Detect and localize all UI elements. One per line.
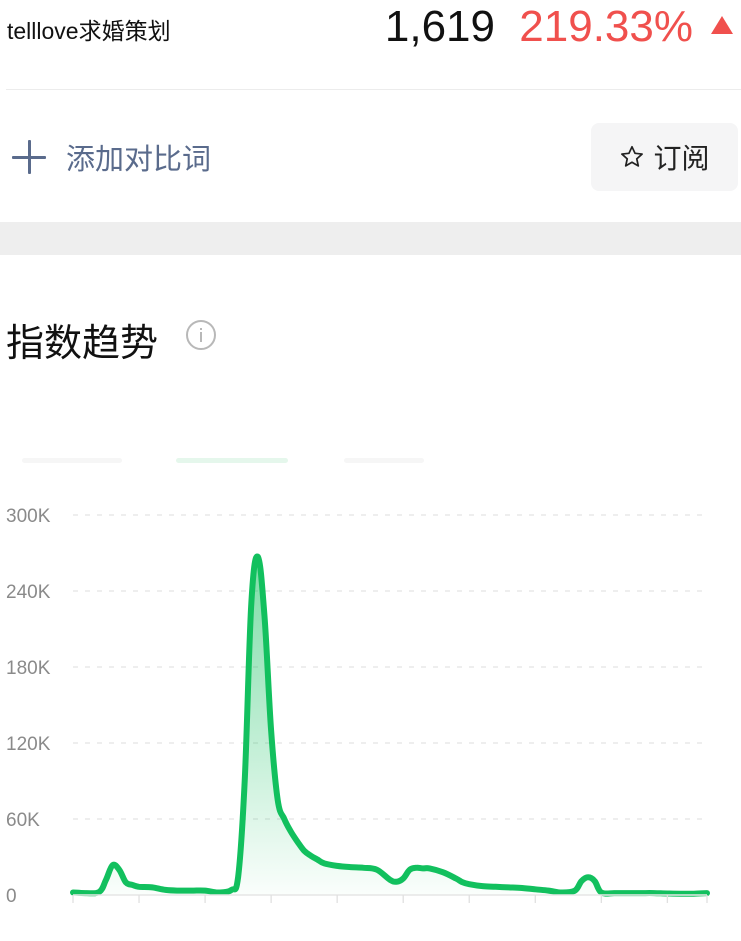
trend-chart: 0 60K 120K 180K 240K 300K xyxy=(6,506,710,907)
add-compare-button[interactable]: 添加对比词 xyxy=(12,128,211,186)
y-tick-label: 0 xyxy=(6,886,17,907)
chart-area-fill xyxy=(73,556,707,895)
section-title: 指数趋势 xyxy=(6,323,159,365)
subscribe-button[interactable]: 订阅 xyxy=(591,123,738,191)
divider xyxy=(6,89,741,90)
change-percentage: 219.33% xyxy=(519,2,693,51)
add-compare-label: 添加对比词 xyxy=(66,144,212,176)
chart-series-line xyxy=(70,553,710,897)
y-tick-label: 300K xyxy=(6,506,51,527)
star-icon xyxy=(621,145,644,167)
keyword-header: telllove求婚策划 1,619 219.33% xyxy=(0,0,741,60)
y-tick-label: 60K xyxy=(6,810,40,831)
up-arrow-icon xyxy=(711,16,733,34)
plus-icon xyxy=(12,140,46,174)
info-icon[interactable] xyxy=(186,320,216,350)
keyword-label: telllove求婚策划 xyxy=(7,18,171,44)
y-tick-label: 240K xyxy=(6,582,51,603)
section-separator xyxy=(0,222,741,255)
y-tick-label: 120K xyxy=(6,734,51,755)
y-tick-label: 180K xyxy=(6,658,51,679)
search-index-value: 1,619 xyxy=(384,2,495,51)
subscribe-label: 订阅 xyxy=(653,143,710,174)
